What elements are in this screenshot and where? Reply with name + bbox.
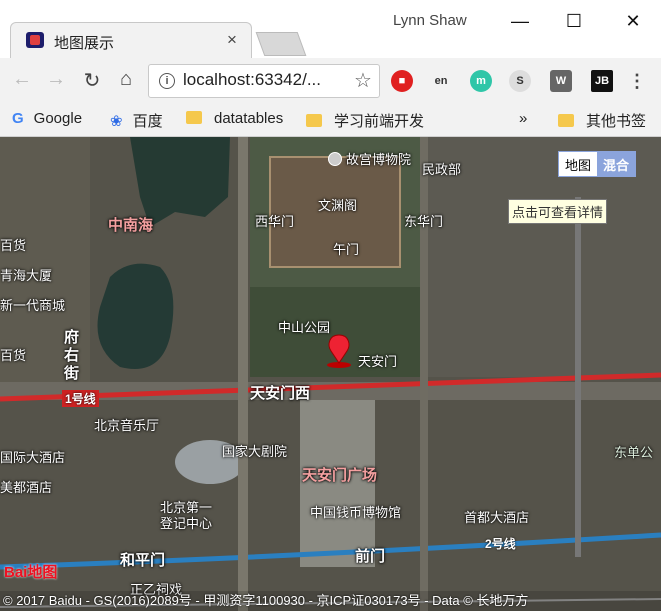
baidu-map-logo[interactable]: Bai地图 (4, 561, 57, 582)
new-tab-button[interactable] (255, 32, 307, 56)
folder-icon (186, 111, 202, 124)
baidu-icon: ❀ (110, 113, 123, 130)
map-label-shoudu: 首都大酒店 (464, 510, 530, 525)
marker-tooltip: 点击可查看详情 (508, 199, 608, 224)
map-label-guojidasha: 国际大酒店 (0, 450, 66, 465)
map-label-dajuyuan: 国家大剧院 (222, 444, 288, 459)
map-label-hepingmen: 和平门 (120, 552, 166, 569)
google-icon: G (12, 110, 24, 127)
map-label-guangchang: 天安门广场 (302, 467, 378, 484)
map-label-wenyuan: 文渊阁 (318, 198, 358, 213)
close-window-button[interactable]: ✕ (618, 6, 648, 36)
info-icon[interactable]: i (159, 73, 175, 89)
map-label-qianmen: 前门 (355, 548, 386, 565)
map-label-qinghai: 青海大厦 (0, 268, 53, 283)
profile-name[interactable]: Lynn Shaw (393, 12, 467, 29)
tab-title[interactable]: 地图展示 (54, 32, 114, 53)
map-label-baihuo1: 百货 (0, 238, 27, 253)
menu-icon[interactable]: ⋮ (626, 70, 648, 92)
maptype-hybrid-button[interactable]: 混合 (597, 152, 636, 177)
m-extension-icon[interactable]: m (470, 70, 492, 92)
map-label-tiananmenxi: 天安门西 (250, 385, 311, 402)
translate-extension-icon[interactable]: en (430, 70, 452, 92)
bookmark-label: datatables (214, 110, 284, 127)
poi-icon (328, 152, 342, 166)
url-text[interactable]: localhost:63342/... (183, 70, 321, 90)
address-bar[interactable]: i localhost:63342/... ☆ (148, 64, 380, 98)
map-label-zhongshan: 中山公园 (278, 320, 331, 335)
bookmark-label: 百度 (132, 113, 163, 130)
map-label-qianbi: 中国钱币博物馆 (310, 505, 402, 520)
map-label-dengji: 登记中心 (160, 516, 213, 531)
tab-favicon-icon (26, 32, 44, 48)
tab-close-icon[interactable]: × (227, 30, 237, 50)
folder-icon (306, 114, 322, 127)
maximize-button[interactable]: ☐ (559, 6, 589, 36)
other-bookmarks[interactable]: 其他书签 (558, 110, 646, 131)
bookmark-label: Google (33, 110, 83, 127)
map-label-line1: 1号线 (62, 390, 99, 407)
map-label-donghuamen: 东华门 (404, 214, 444, 229)
map-label-baihuo2: 百货 (0, 348, 27, 363)
star-icon[interactable]: ☆ (354, 68, 372, 93)
reload-button[interactable]: ↻ (80, 68, 104, 93)
map-label-fuyoujie: 府右街 (64, 329, 80, 382)
map-label-minzheng: 民政部 (422, 162, 462, 177)
map-label-dongdan: 东单公 (614, 445, 654, 460)
marker-label[interactable]: 天安门 (358, 351, 397, 370)
home-button[interactable]: ⌂ (114, 68, 138, 91)
title-bar: 地图展示 × Lynn Shaw — ☐ ✕ (0, 0, 661, 59)
forward-button[interactable]: → (44, 68, 68, 91)
bookmark-datatables[interactable]: datatables (186, 110, 283, 127)
folder-icon (558, 114, 574, 127)
more-bookmarks-button[interactable]: » (519, 110, 527, 127)
marker-pin-icon (327, 334, 351, 368)
minimize-button[interactable]: — (505, 6, 535, 36)
map-label-gugong: 故宫博物院 (328, 149, 411, 168)
tab-active[interactable] (10, 22, 252, 59)
bookmark-google[interactable]: G Google (12, 110, 82, 127)
browser-toolbar: ← → ↻ ⌂ i localhost:63342/... ☆ ■ en m S… (0, 58, 661, 104)
map-label-xihuamen: 西华门 (255, 214, 295, 229)
map-label-line2: 2号线 (485, 537, 516, 551)
maptype-map-button[interactable]: 地图 (559, 152, 597, 177)
jetbrains-extension-icon[interactable]: JB (591, 70, 613, 92)
back-button[interactable]: ← (10, 68, 34, 91)
w-extension-icon[interactable]: W (550, 70, 572, 92)
map-type-switcher[interactable]: 地图 混合 (558, 151, 637, 177)
map-label-yinyueting: 北京音乐厅 (94, 418, 160, 433)
adblock-extension-icon[interactable]: ■ (391, 70, 413, 92)
bookmark-label: 其他书签 (586, 113, 647, 130)
bookmark-label: 学习前端开发 (334, 113, 425, 130)
map-canvas[interactable]: 地图 混合 点击可查看详情 故宫博物院 民政部 文渊阁 西华门 东华门 午门 中南… (0, 137, 661, 611)
bookmarks-bar: G Google ❀ 百度 datatables 学习前端开发 » 其他书签 (0, 104, 661, 137)
s-extension-icon[interactable]: S (509, 70, 531, 92)
map-label-text: 故宫博物院 (346, 152, 412, 167)
bookmark-frontend[interactable]: 学习前端开发 (306, 110, 424, 131)
bookmark-baidu[interactable]: ❀ 百度 (110, 110, 163, 131)
map-copyright: © 2017 Baidu - GS(2016)2089号 - 甲测资字11009… (0, 591, 661, 611)
map-label-meidu: 美都酒店 (0, 480, 53, 495)
map-label-zhongnanhai: 中南海 (108, 217, 154, 234)
map-label-wumen: 午门 (333, 242, 360, 257)
map-label-xinyidai: 新一代商城 (0, 298, 66, 313)
